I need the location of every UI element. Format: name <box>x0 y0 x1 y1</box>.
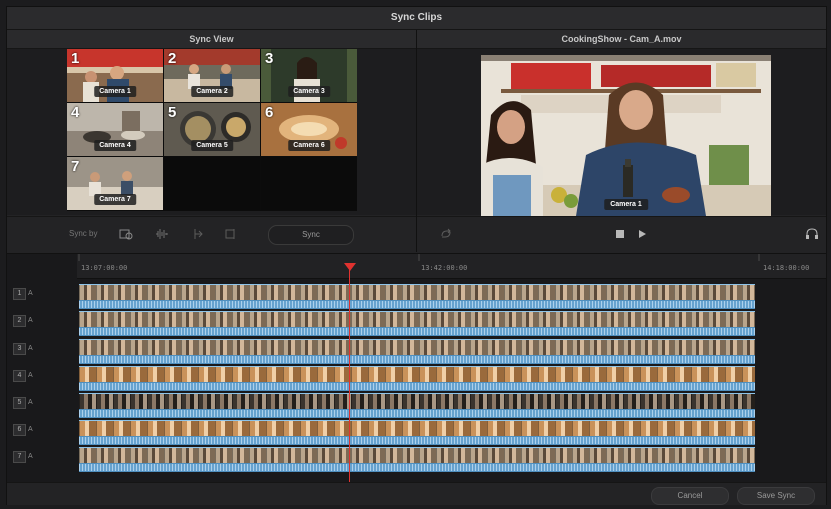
loop-icon[interactable] <box>439 227 453 241</box>
out-point-icon[interactable] <box>223 227 237 241</box>
sync-clips-window: Sync Clips Sync View CookingShow - Cam_A… <box>6 6 827 505</box>
track-5-clip[interactable] <box>79 393 755 418</box>
camera-label: Camera 5 <box>191 140 233 151</box>
track-4-clip[interactable] <box>79 366 755 391</box>
viewer-panel: Camera 1 <box>417 49 826 216</box>
timecode-icon[interactable] <box>119 227 133 241</box>
track-header-1[interactable]: 1A <box>13 288 41 300</box>
transport-toolbar <box>417 216 826 253</box>
camera-number: 5 <box>168 104 177 121</box>
camera-angle-2[interactable]: 2 Camera 2 <box>164 49 260 102</box>
timeline-ruler[interactable]: 13:07:00:00 13:42:00:00 14:18:00:00 <box>77 254 826 279</box>
camera-number: 4 <box>71 104 80 121</box>
camera-number: 6 <box>265 104 274 121</box>
camera-label: Camera 1 <box>94 86 136 97</box>
track-header-4[interactable]: 4A <box>13 370 41 382</box>
camera-angle-5[interactable]: 5 Camera 5 <box>164 103 260 156</box>
track-2-clip[interactable] <box>79 311 755 336</box>
track-header-3[interactable]: 3A <box>13 343 41 355</box>
headphones-icon[interactable] <box>805 227 819 241</box>
waveform-icon[interactable] <box>155 227 169 241</box>
sync-button[interactable]: Sync <box>268 225 354 245</box>
window-title: Sync Clips <box>7 7 826 30</box>
camera-label: Camera 6 <box>288 140 330 151</box>
multicam-grid: 1 Camera 1 2 Camera 2 3 Camera 3 4 Camer… <box>67 49 357 211</box>
in-point-icon[interactable] <box>191 227 205 241</box>
track-header-2[interactable]: 2A <box>13 315 41 327</box>
camera-angle-1[interactable]: 1 Camera 1 <box>67 49 163 102</box>
timecode-mid: 13:42:00:00 <box>421 264 468 272</box>
dialog-footer: Cancel Save Sync <box>7 482 826 505</box>
track-header-5[interactable]: 5A <box>13 397 41 409</box>
sync-timeline[interactable]: 13:07:00:00 13:42:00:00 14:18:00:00 1A 2… <box>7 253 826 482</box>
track-7-clip[interactable] <box>79 447 755 472</box>
camera-label: Camera 2 <box>191 86 233 97</box>
camera-angle-4[interactable]: 4 Camera 4 <box>67 103 163 156</box>
camera-label: Camera 3 <box>288 86 330 97</box>
sync-view-title: Sync View <box>7 30 416 49</box>
cancel-button[interactable]: Cancel <box>651 487 729 505</box>
playhead-handle[interactable] <box>344 263 356 271</box>
sync-toolbar: Sync by Sync <box>7 216 416 253</box>
camera-number: 1 <box>71 50 80 67</box>
camera-number: 2 <box>168 50 177 67</box>
track-headers: 1A 2A 3A 4A 5A 6A 7A <box>7 278 77 482</box>
camera-label: Camera 4 <box>94 140 136 151</box>
track-1-clip[interactable] <box>79 284 755 309</box>
stop-icon[interactable] <box>613 227 627 241</box>
viewer-clip-title: CookingShow - Cam_A.mov <box>417 30 826 49</box>
save-sync-button[interactable]: Save Sync <box>737 487 815 505</box>
camera-angle-6[interactable]: 6 Camera 6 <box>261 103 357 156</box>
timecode-start: 13:07:00:00 <box>81 264 128 272</box>
track-header-6[interactable]: 6A <box>13 424 41 436</box>
sync-by-label: Sync by <box>69 229 98 238</box>
viewer-camera-label: Camera 1 <box>604 199 648 210</box>
playhead-line <box>349 264 350 482</box>
empty-angle-slot <box>261 157 357 210</box>
multicam-panel: 1 Camera 1 2 Camera 2 3 Camera 3 4 Camer… <box>7 49 416 215</box>
timecode-end: 14:18:00:00 <box>763 264 810 272</box>
camera-number: 3 <box>265 50 274 67</box>
viewer-image: Camera 1 <box>481 55 771 216</box>
track-header-7[interactable]: 7A <box>13 451 41 463</box>
track-3-clip[interactable] <box>79 339 755 364</box>
play-icon[interactable] <box>635 227 649 241</box>
camera-angle-7[interactable]: 7 Camera 7 <box>67 157 163 210</box>
track-6-clip[interactable] <box>79 420 755 445</box>
viewer-frame <box>481 55 771 216</box>
empty-angle-slot <box>164 157 260 210</box>
camera-label: Camera 7 <box>94 194 136 205</box>
camera-number: 7 <box>71 158 80 175</box>
camera-angle-3[interactable]: 3 Camera 3 <box>261 49 357 102</box>
